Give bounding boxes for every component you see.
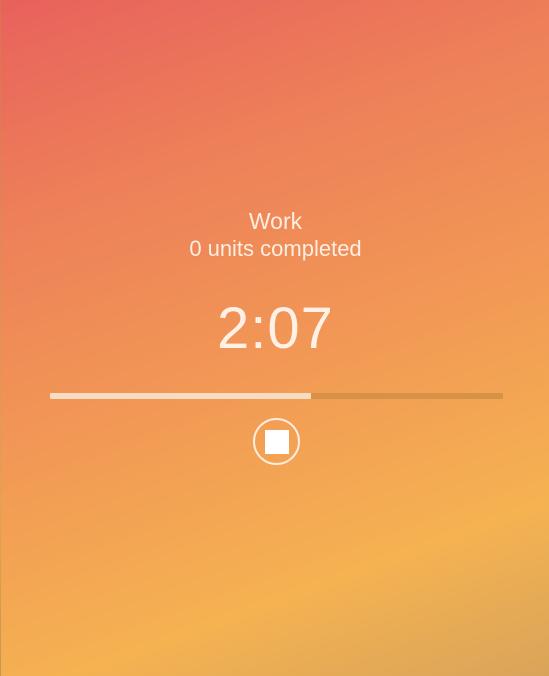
units-completed-label: units completed	[207, 236, 362, 261]
mode-label: Work	[248, 208, 303, 234]
timer-display: 2:07	[217, 296, 334, 361]
progress-bar	[50, 393, 503, 399]
units-completed-text: 0 units completed	[1, 235, 549, 263]
stop-icon	[264, 429, 289, 454]
stop-button[interactable]	[253, 418, 300, 465]
progress-bar-fill	[50, 393, 311, 399]
pomodoro-screen: Work 0 units completed 2:07	[0, 0, 549, 676]
units-completed-count: 0	[189, 236, 202, 261]
